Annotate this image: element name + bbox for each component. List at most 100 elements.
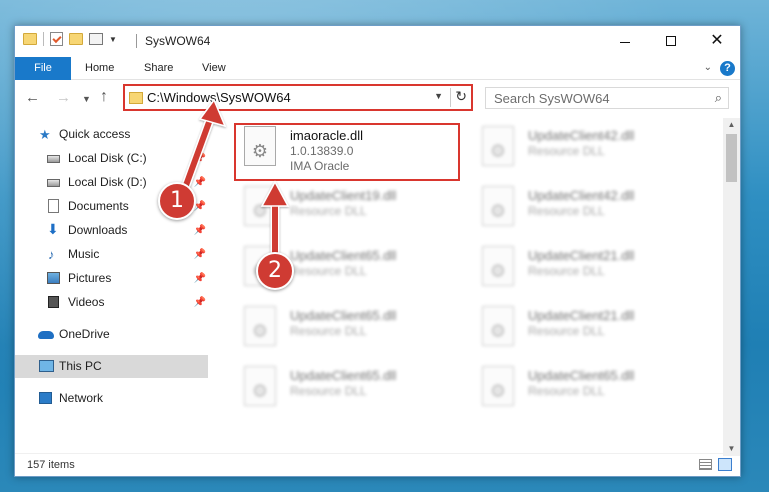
file-name: UpdateClient21.dll <box>528 308 635 323</box>
dll-file-icon: ⚙ <box>244 306 276 346</box>
window-title: SysWOW64 <box>145 34 211 48</box>
dll-file-icon: ⚙ <box>482 126 514 166</box>
file-highlight-box <box>234 123 460 181</box>
sidebar-item-this-pc[interactable]: This PC <box>15 355 208 378</box>
tiles-view-icon[interactable] <box>718 458 732 471</box>
sidebar-item-local-disk-c[interactable]: Local Disk (C:) 📌 <box>15 147 208 170</box>
gear-icon: ⚙ <box>489 141 507 161</box>
customize-toolbar-icon[interactable]: ▼ <box>109 35 117 44</box>
scroll-thumb[interactable] <box>726 134 737 182</box>
pin-icon[interactable]: 📌 <box>194 147 206 170</box>
file-type: Resource DLL <box>290 204 367 218</box>
search-icon[interactable]: ⌕ <box>715 90 722 106</box>
forward-button[interactable]: → <box>56 89 71 106</box>
up-button[interactable]: ↑ <box>100 88 108 106</box>
file-item[interactable]: ⚙ UpdateClient19.dll Resource DLL <box>234 180 464 238</box>
title-divider <box>136 34 137 48</box>
tab-home[interactable]: Home <box>85 57 114 80</box>
documents-icon <box>48 199 59 213</box>
recent-locations-icon[interactable]: ▼ <box>82 94 91 104</box>
sidebar-item-pictures[interactable]: Pictures 📌 <box>15 267 208 290</box>
quick-access-toolbar: ▼ <box>23 32 117 46</box>
address-bar[interactable]: C:\Windows\SysWOW64 ▼ ↻ <box>123 84 473 111</box>
pin-icon[interactable]: 📌 <box>194 267 206 290</box>
details-view-icon[interactable] <box>699 459 712 470</box>
sidebar-item-network[interactable]: Network <box>15 387 208 410</box>
dll-file-icon: ⚙ <box>244 366 276 406</box>
maximize-button[interactable] <box>648 26 694 56</box>
file-name: UpdateClient65.dll <box>290 308 397 323</box>
file-type: Resource DLL <box>528 144 605 158</box>
file-type: Resource DLL <box>528 384 605 398</box>
help-icon[interactable]: ? <box>720 61 735 76</box>
file-item[interactable]: ⚙ UpdateClient21.dll Resource DLL <box>472 240 702 298</box>
file-item[interactable]: ⚙ UpdateClient65.dll Resource DLL <box>234 360 464 418</box>
gear-icon: ⚙ <box>489 381 507 401</box>
sidebar-item-label: Local Disk (C:) <box>68 151 147 165</box>
sidebar-item-label: Network <box>59 391 104 405</box>
address-path[interactable]: C:\Windows\SysWOW64 <box>147 90 291 105</box>
tab-view[interactable]: View <box>202 57 226 80</box>
toolbar-view-icon[interactable] <box>89 33 103 45</box>
file-item[interactable]: ⚙ UpdateClient65.dll Resource DLL <box>234 300 464 358</box>
sidebar-item-label: OneDrive <box>59 327 110 341</box>
file-name: UpdateClient65.dll <box>290 368 397 383</box>
pin-icon[interactable]: 📌 <box>194 171 206 194</box>
folder-icon <box>129 92 143 104</box>
navigation-pane: ★ Quick access Local Disk (C:) 📌 Local D… <box>15 116 208 451</box>
properties-check-icon[interactable] <box>50 32 63 46</box>
search-input[interactable]: Search SysWOW64 ⌕ <box>485 87 729 109</box>
maximize-icon <box>666 36 676 46</box>
expand-ribbon-icon[interactable]: ⌄ <box>704 62 712 73</box>
address-dropdown-icon[interactable]: ▼ <box>434 91 443 101</box>
pin-icon[interactable]: 📌 <box>194 219 206 242</box>
dll-file-icon: ⚙ <box>482 306 514 346</box>
toolbar-divider <box>43 32 44 46</box>
back-button[interactable]: ← <box>25 89 40 106</box>
sidebar-item-onedrive[interactable]: OneDrive <box>15 323 208 346</box>
file-item[interactable]: ⚙ UpdateClient65.dll Resource DLL <box>472 360 702 418</box>
dll-file-icon: ⚙ <box>482 186 514 226</box>
sidebar-item-music[interactable]: ♪ Music 📌 <box>15 243 208 266</box>
file-item[interactable]: ⚙ UpdateClient21.dll Resource DLL <box>472 300 702 358</box>
sidebar-item-label: Local Disk (D:) <box>68 175 147 189</box>
file-type: Resource DLL <box>528 264 605 278</box>
tab-file[interactable]: File <box>15 57 71 80</box>
gear-icon: ⚙ <box>251 321 269 341</box>
gear-icon: ⚙ <box>251 381 269 401</box>
close-button[interactable]: ✕ <box>694 26 740 56</box>
file-name: UpdateClient65.dll <box>528 368 635 383</box>
sidebar-item-downloads[interactable]: ⬇ Downloads 📌 <box>15 219 208 242</box>
sidebar-item-quick-access[interactable]: ★ Quick access <box>15 123 208 146</box>
file-item[interactable]: ⚙ UpdateClient42.dll Resource DLL <box>472 180 702 238</box>
explorer-window: ▼ SysWOW64 ✕ File Home Share View ⌄ ? ← … <box>14 25 741 477</box>
status-bar: 157 items <box>15 453 740 476</box>
gear-icon: ⚙ <box>489 261 507 281</box>
pin-icon[interactable]: 📌 <box>194 291 206 314</box>
drive-icon <box>47 179 60 187</box>
file-type: Resource DLL <box>528 204 605 218</box>
new-folder-icon[interactable] <box>69 33 83 45</box>
title-bar: ▼ SysWOW64 ✕ <box>15 26 740 57</box>
refresh-icon[interactable]: ↻ <box>455 88 467 105</box>
scroll-up-icon[interactable]: ▲ <box>723 118 740 132</box>
vertical-scrollbar[interactable]: ▲ ▼ <box>723 118 740 456</box>
close-icon: ✕ <box>710 32 724 49</box>
network-icon <box>39 392 52 404</box>
sidebar-item-label: Quick access <box>59 127 131 141</box>
sidebar-item-videos[interactable]: Videos 📌 <box>15 291 208 314</box>
file-item[interactable]: ⚙ UpdateClient42.dll Resource DLL <box>472 120 702 178</box>
onedrive-icon <box>38 331 54 339</box>
file-name: UpdateClient42.dll <box>528 128 635 143</box>
tab-share[interactable]: Share <box>144 57 173 80</box>
minimize-button[interactable] <box>602 26 648 56</box>
ribbon-tabs: File Home Share View ⌄ ? <box>15 57 740 80</box>
gear-icon: ⚙ <box>489 201 507 221</box>
sidebar-item-label: Music <box>68 247 100 261</box>
file-type: Resource DLL <box>290 264 367 278</box>
pin-icon[interactable]: 📌 <box>194 243 206 266</box>
dll-file-icon: ⚙ <box>244 186 276 226</box>
music-icon: ♪ <box>48 247 55 262</box>
gear-icon: ⚙ <box>251 201 269 221</box>
sidebar-item-label: Videos <box>68 295 105 309</box>
